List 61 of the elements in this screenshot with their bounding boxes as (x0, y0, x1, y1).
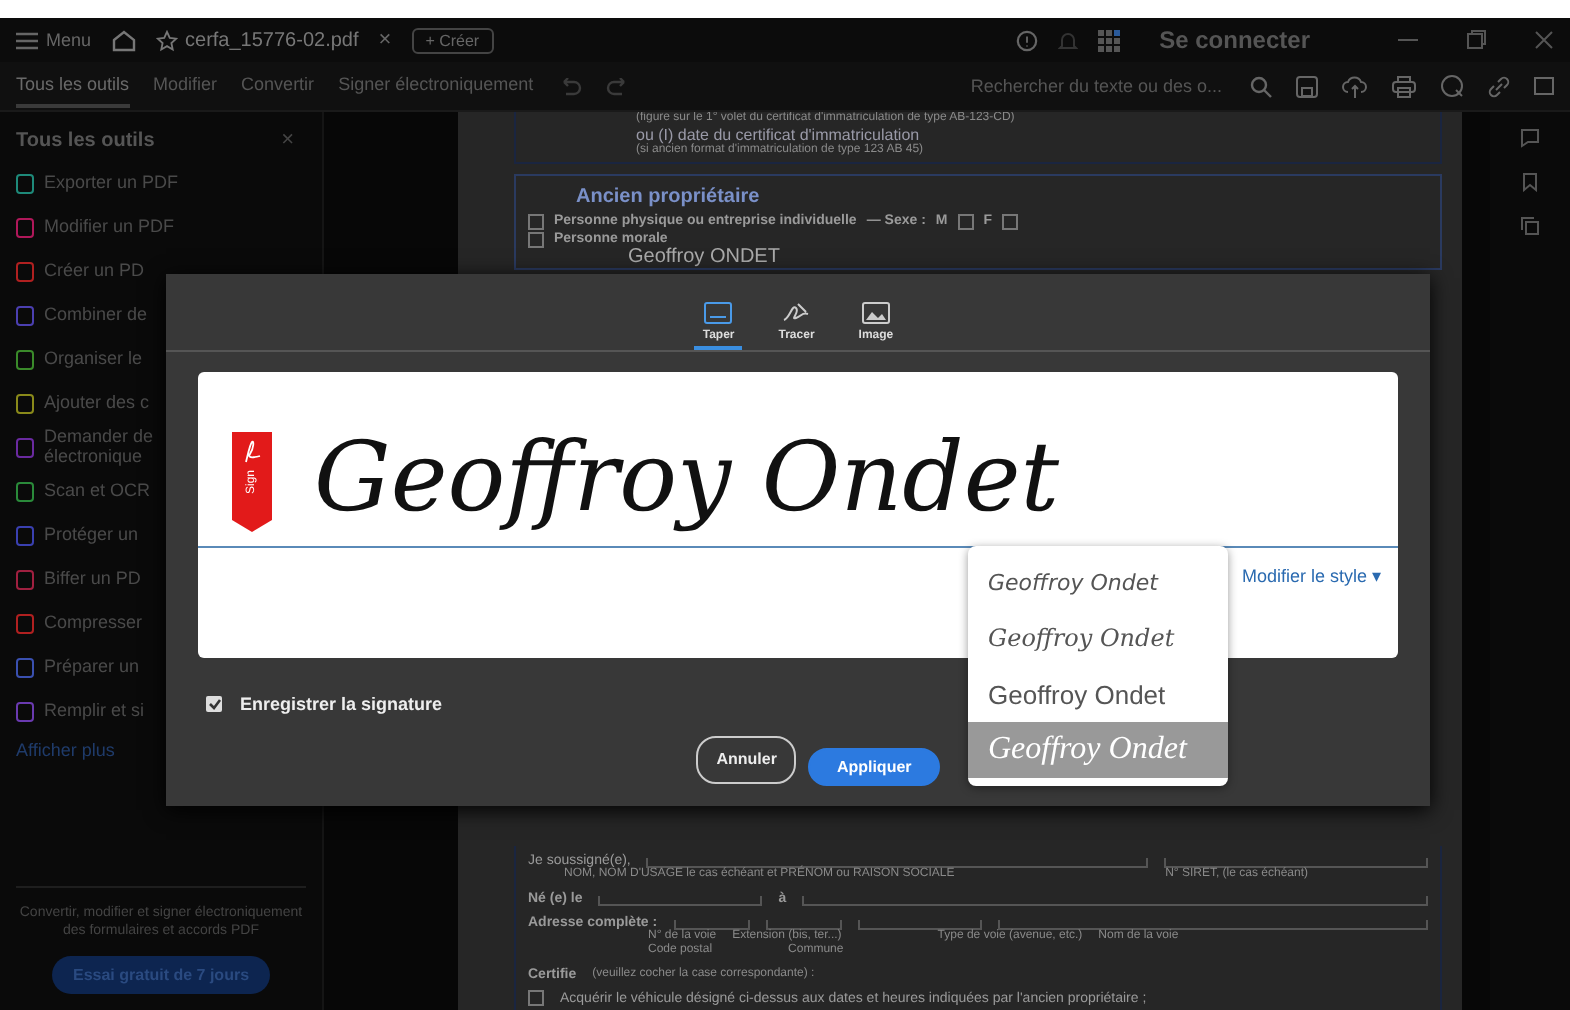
typed-signature: Geoffroy Ondet (314, 422, 1060, 534)
tool-item[interactable]: Créer un PD (44, 262, 145, 282)
form-checkbox[interactable] (957, 213, 974, 229)
style-option[interactable]: Geoffroy Ondet (968, 722, 1228, 778)
link-icon[interactable] (1488, 75, 1510, 97)
star-icon (155, 29, 178, 51)
search-icon[interactable] (1250, 75, 1272, 97)
tool-item[interactable]: Exporter un PDF (44, 174, 179, 194)
toolbar-tab[interactable]: Modifier (153, 64, 218, 108)
style-option[interactable]: Geoffroy Ondet (968, 610, 1228, 666)
style-option[interactable]: Geoffroy Ondet (968, 554, 1228, 610)
save-signature-label: Enregistrer la signature (240, 694, 443, 714)
cloud-upload-icon[interactable] (1342, 75, 1368, 97)
form-checkbox[interactable] (1002, 213, 1019, 229)
apps-grid-icon[interactable] (1097, 29, 1120, 51)
panel-title: Tous les outils (16, 129, 155, 151)
tool-item[interactable]: Organiser le (44, 350, 143, 370)
help-icon[interactable] (1015, 29, 1038, 51)
tool-item[interactable]: Modifier un PDF (44, 218, 175, 238)
create-button[interactable]: + Créer (411, 27, 494, 53)
comment-icon[interactable] (1520, 128, 1540, 148)
tool-item[interactable]: Combiner de (44, 306, 148, 326)
cancel-button[interactable]: Annuler (696, 736, 797, 784)
apply-button[interactable]: Appliquer (808, 748, 940, 786)
pen-icon (782, 302, 811, 324)
form-checkbox[interactable] (528, 213, 544, 229)
restore-icon[interactable] (1466, 30, 1486, 50)
search-field[interactable]: Rechercher du texte ou des o... (938, 74, 1226, 98)
toolbar-tab[interactable]: Tous les outils (16, 64, 130, 108)
tool-item[interactable]: Remplir et si (44, 702, 145, 722)
menu-icon (16, 31, 38, 49)
change-style-link[interactable]: Modifier le style ▾ (1241, 566, 1382, 586)
toolbar-tab[interactable]: Signer électroniquement (338, 64, 534, 108)
save-checkbox[interactable] (206, 696, 222, 712)
tool-item[interactable]: Compresser (44, 614, 143, 634)
tool-item[interactable]: Protéger un (44, 526, 139, 546)
close-icon[interactable] (1534, 30, 1554, 50)
name-field-value: Geoffroy ONDET (628, 248, 782, 268)
style-option[interactable]: Geoffroy Ondet (968, 666, 1228, 722)
image-icon (861, 302, 890, 324)
tool-item[interactable]: Ajouter des c (44, 394, 150, 414)
bookmark-icon[interactable] (1522, 172, 1538, 192)
save-icon[interactable] (1296, 75, 1318, 97)
form-label: ou (I) date du certificat d'immatriculation (636, 126, 920, 144)
home-icon[interactable] (111, 29, 136, 51)
tool-item[interactable]: Scan et OCR (44, 482, 151, 502)
keyboard-icon (704, 302, 733, 324)
tool-item[interactable]: Biffer un PD (44, 570, 141, 590)
document-tab[interactable]: cerfa_15776-02.pdf (155, 29, 359, 51)
menu-button[interactable]: Menu (16, 30, 92, 50)
copy-icon[interactable] (1520, 216, 1540, 236)
tool-item[interactable]: Préparer un (44, 658, 140, 678)
form-checkbox[interactable] (528, 990, 544, 1006)
close-tab-button[interactable]: × (378, 28, 392, 52)
form-checkbox[interactable] (528, 231, 544, 247)
tool-item[interactable]: Demander de électronique (44, 428, 154, 468)
close-panel-button[interactable]: × (281, 128, 294, 152)
sign-in-button[interactable]: Se connecter (1147, 24, 1322, 56)
pdf-logo-icon (242, 440, 262, 464)
print-icon[interactable] (1392, 75, 1416, 97)
toolbar-tab[interactable]: Convertir (241, 64, 315, 108)
